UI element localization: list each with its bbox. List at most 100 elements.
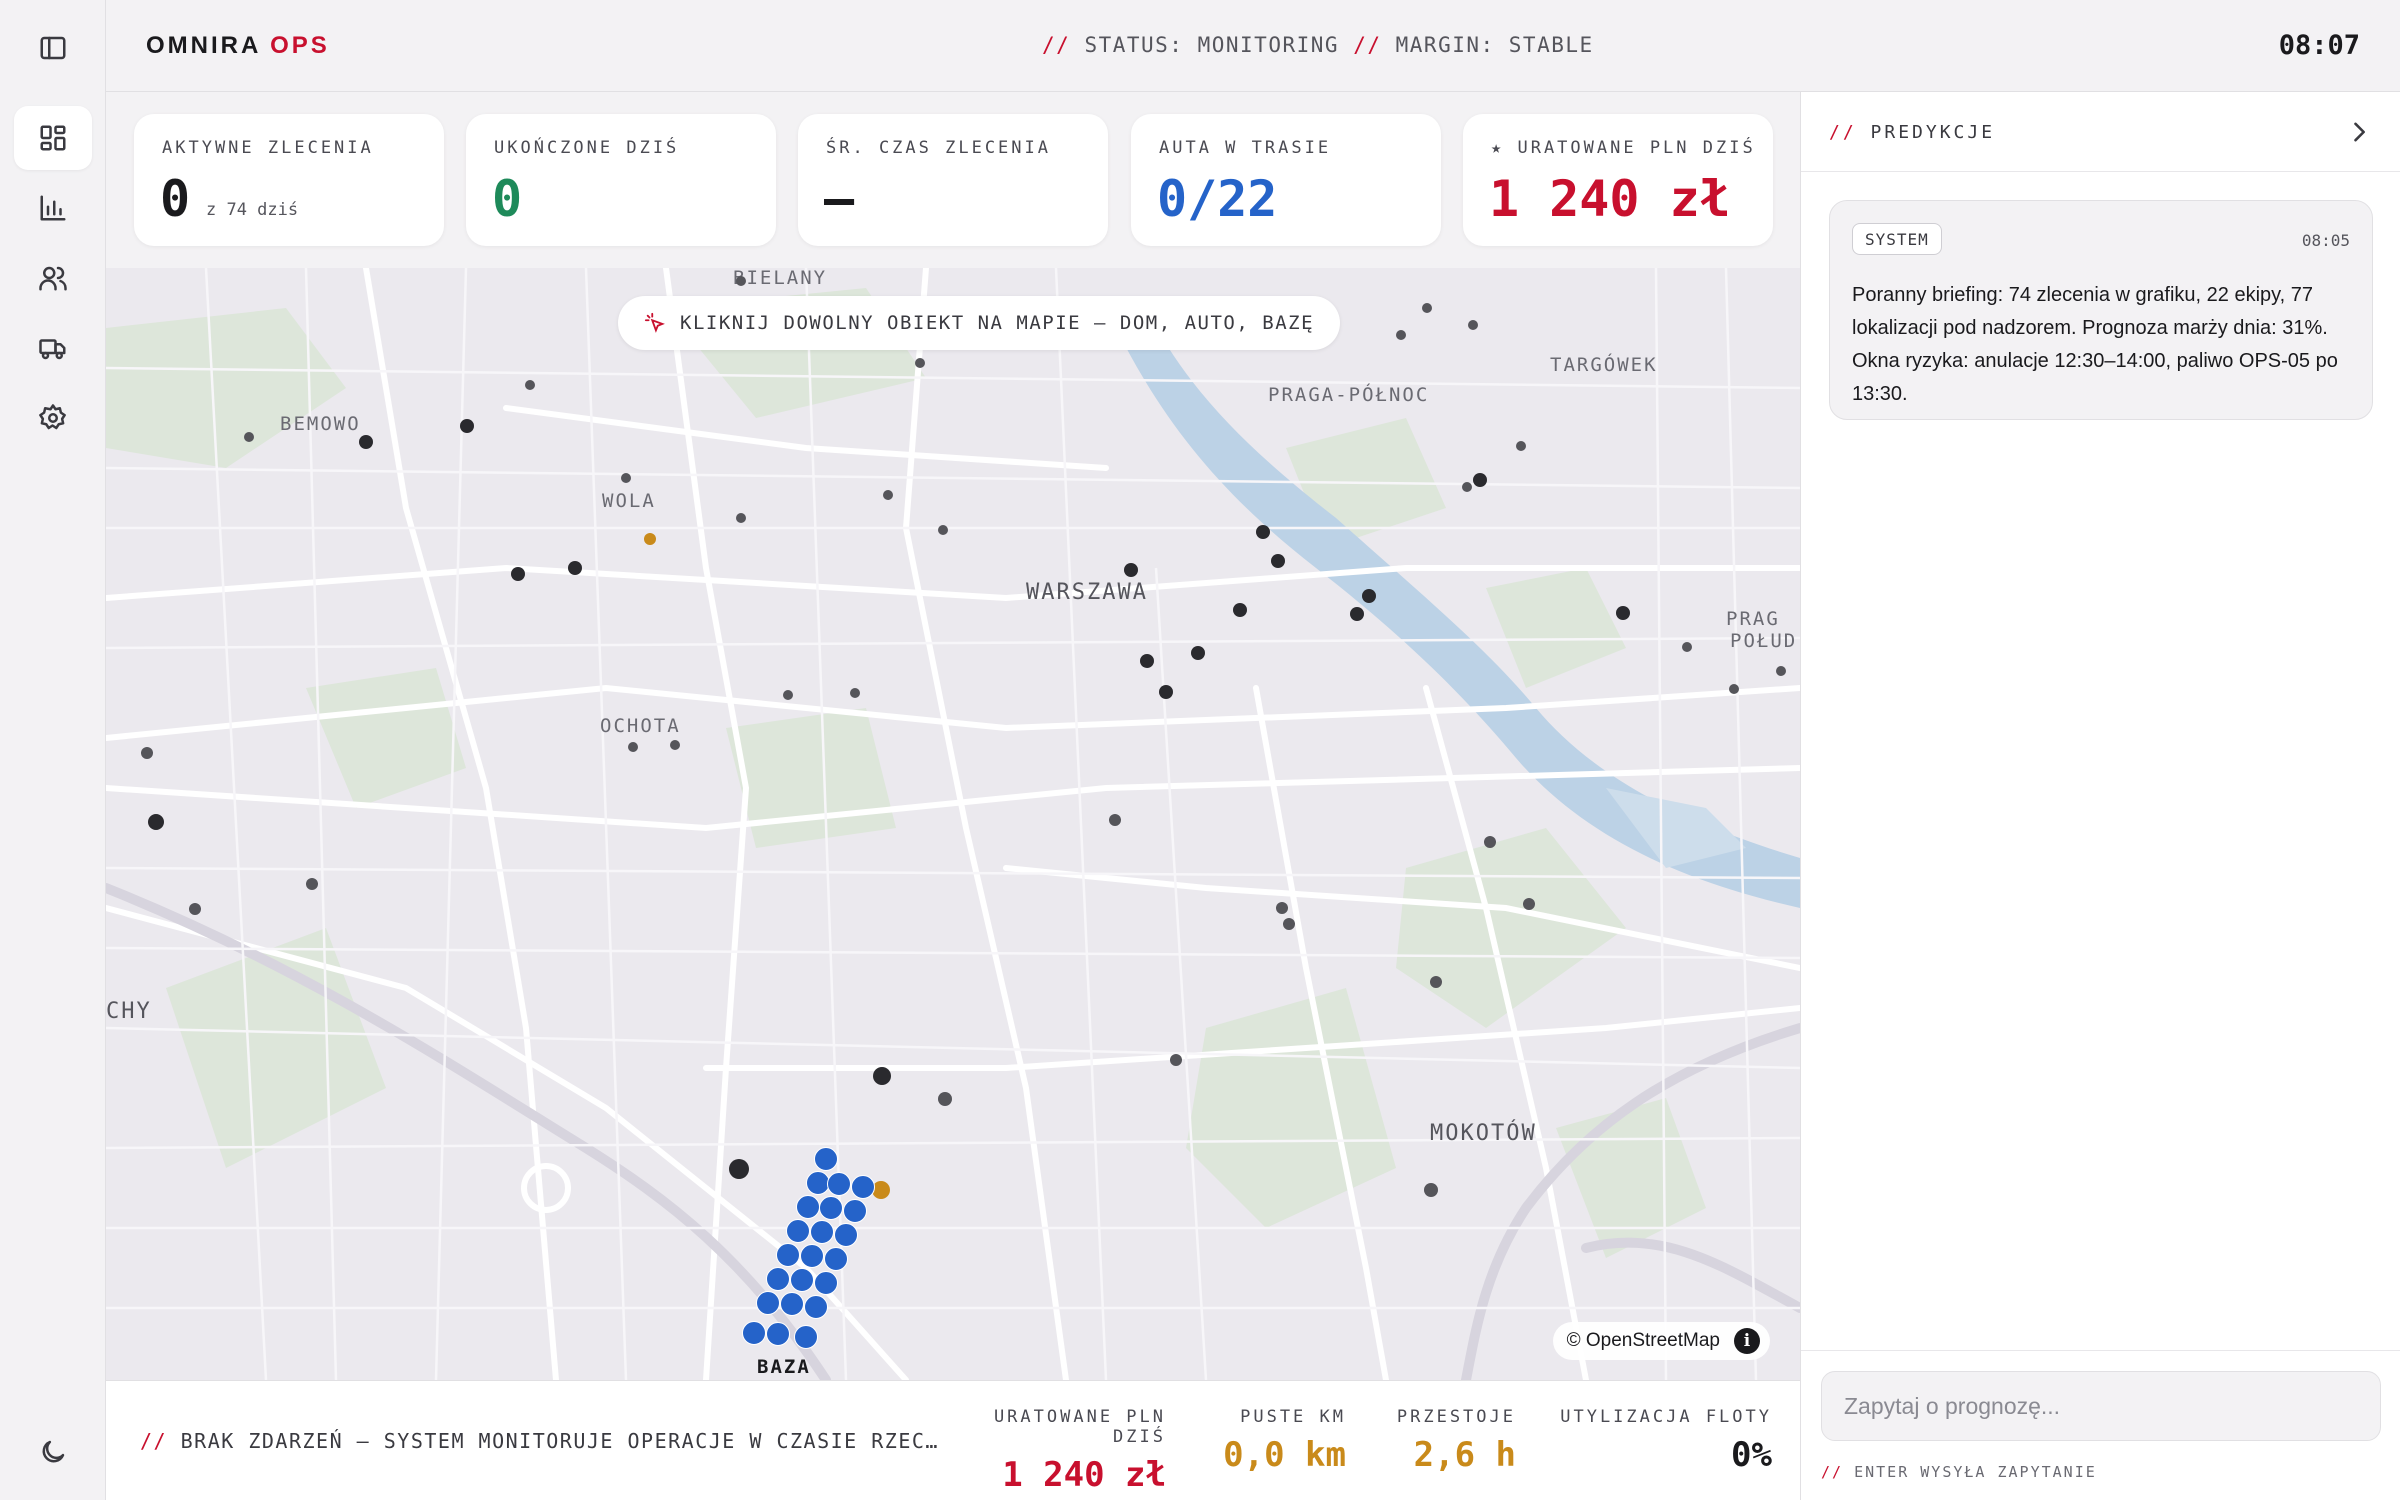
fleet-map[interactable]: KLIKNIJ DOWOLNY OBIEKT NA MAPIE — DOM, A… [106,268,1800,1380]
location-marker[interactable] [1396,330,1406,340]
location-marker[interactable] [1424,1183,1438,1197]
kpi-label: ★ URATOWANE PLN DZIŚ [1491,138,1756,158]
metric-fleet-utilization: UTYLIZACJA FLOTY 0% [1546,1407,1772,1475]
location-marker[interactable] [736,276,746,286]
location-marker[interactable] [1276,902,1288,914]
location-marker[interactable] [873,1067,891,1085]
location-marker[interactable] [148,814,164,830]
location-marker[interactable] [568,561,582,575]
vehicle-marker[interactable] [810,1220,834,1244]
location-marker[interactable] [1109,814,1121,826]
vehicle-marker[interactable] [834,1223,858,1247]
nav-dashboard[interactable] [14,106,92,170]
kpi-saved-pln[interactable]: ★ URATOWANE PLN DZIŚ 1 240 zł [1463,114,1773,246]
location-marker[interactable] [1256,525,1270,539]
location-marker[interactable] [306,878,318,890]
location-marker[interactable] [1473,473,1487,487]
panel-title: // PREDYKCJE [1829,122,1995,143]
location-marker[interactable] [359,435,373,449]
nav-settings[interactable] [14,386,92,450]
location-marker[interactable] [1140,654,1154,668]
query-hint: // ENTER WYSYŁA ZAPYTANIE [1821,1463,2097,1481]
status-line: // STATUS: MONITORING // MARGIN: STABLE [1042,33,1594,57]
vehicle-marker[interactable] [786,1219,810,1243]
location-marker[interactable] [1682,642,1692,652]
vehicle-marker[interactable] [780,1292,804,1316]
system-message: SYSTEM 08:05 Poranny briefing: 74 zlecen… [1829,200,2373,420]
location-marker[interactable] [1430,976,1442,988]
location-marker[interactable] [1776,666,1786,676]
vehicle-marker[interactable] [766,1267,790,1291]
location-marker[interactable] [1462,482,1472,492]
location-marker[interactable] [460,419,474,433]
nav-teams[interactable] [14,246,92,310]
location-marker[interactable] [1468,320,1478,330]
location-marker[interactable] [938,1092,952,1106]
kpi-vehicles-en-route[interactable]: AUTA W TRASIE 0/22 [1131,114,1441,246]
location-marker[interactable] [1362,589,1376,603]
vehicle-marker[interactable] [819,1196,843,1220]
location-marker[interactable] [1616,606,1630,620]
location-marker[interactable] [1523,898,1535,910]
vehicle-marker[interactable] [800,1244,824,1268]
location-marker[interactable] [1516,441,1526,451]
location-marker[interactable] [1233,603,1247,617]
nav-fleet[interactable] [14,316,92,380]
location-marker[interactable] [1350,607,1364,621]
location-marker[interactable] [244,432,254,442]
location-marker[interactable] [621,473,631,483]
location-marker[interactable] [670,740,680,750]
location-marker[interactable] [1283,918,1295,930]
chevron-right-icon[interactable] [2345,118,2373,146]
location-marker[interactable] [1484,836,1496,848]
kpi-completed-today[interactable]: UKOŃCZONE DZIŚ 0 [466,114,776,246]
place-label-mokotow: MOKOTÓW [1430,1121,1537,1146]
location-marker[interactable] [783,690,793,700]
warning-marker[interactable] [644,533,656,545]
vehicle-marker[interactable] [814,1147,838,1171]
vehicle-marker[interactable] [814,1271,838,1295]
location-marker[interactable] [511,567,525,581]
place-label-bielany: BIELANY [733,268,828,289]
vehicle-marker[interactable] [756,1291,780,1315]
forecast-query-input[interactable] [1821,1371,2381,1441]
location-marker[interactable] [628,742,638,752]
location-marker[interactable] [850,688,860,698]
vehicle-marker[interactable] [827,1172,851,1196]
panel-toggle-button[interactable] [14,16,92,80]
message-text: Poranny briefing: 74 zlecenia w grafiku,… [1852,284,2338,405]
vehicle-marker[interactable] [804,1295,828,1319]
vehicle-marker[interactable] [796,1195,820,1219]
location-marker[interactable] [1191,646,1205,660]
kpi-active-orders[interactable]: AKTYWNE ZLECENIA 0 z 74 dziś [134,114,444,246]
map-attribution[interactable]: © OpenStreetMap i [1552,1322,1770,1360]
location-marker[interactable] [525,380,535,390]
location-marker[interactable] [1422,303,1432,313]
vehicle-marker[interactable] [790,1268,814,1292]
vehicle-marker[interactable] [766,1322,790,1346]
location-marker[interactable] [1729,684,1739,694]
nav-analytics[interactable] [14,176,92,240]
info-icon[interactable]: i [1734,1328,1760,1354]
place-label-wola: WOLA [602,490,656,512]
location-marker[interactable] [729,1159,749,1179]
vehicle-marker[interactable] [742,1321,766,1345]
location-marker[interactable] [736,513,746,523]
location-marker[interactable] [883,490,893,500]
location-marker[interactable] [1124,563,1138,577]
theme-toggle-button[interactable] [14,1420,92,1484]
vehicle-marker[interactable] [824,1247,848,1271]
vehicle-marker[interactable] [843,1199,867,1223]
location-marker[interactable] [141,747,153,759]
bar-chart-icon [40,195,66,221]
vehicle-marker[interactable] [776,1243,800,1267]
vehicle-marker[interactable] [794,1325,818,1349]
vehicle-marker[interactable] [851,1175,875,1199]
location-marker[interactable] [189,903,201,915]
location-marker[interactable] [938,525,948,535]
location-marker[interactable] [1159,685,1173,699]
kpi-avg-order-time[interactable]: ŚR. CZAS ZLECENIA — [798,114,1108,246]
location-marker[interactable] [1271,554,1285,568]
location-marker[interactable] [915,358,925,368]
location-marker[interactable] [1170,1054,1182,1066]
